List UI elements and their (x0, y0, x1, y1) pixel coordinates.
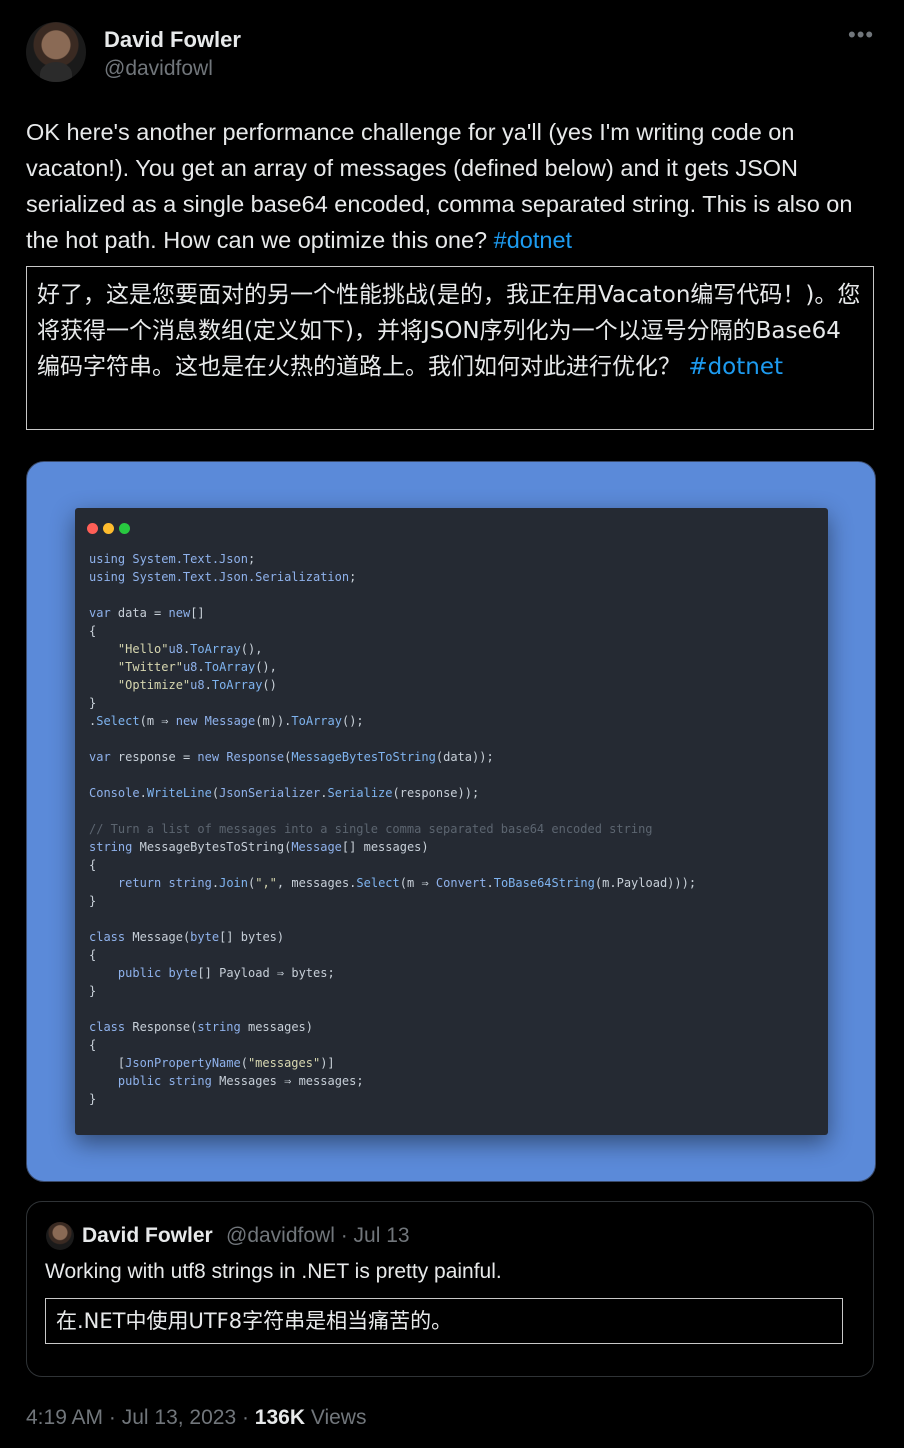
views-label: Views (305, 1406, 367, 1429)
translation-hashtag-link[interactable]: #dotnet (688, 354, 783, 380)
quoted-tweet-text: Working with utf8 strings in .NET is pre… (45, 1260, 502, 1283)
quoted-tweet[interactable]: David Fowler @davidfowl · Jul 13 Working… (26, 1201, 874, 1377)
quoted-author-meta: @davidfowl · Jul 13 (226, 1224, 410, 1247)
quoted-translation-box: 在.NET中使用UTF8字符串是相当痛苦的。 (45, 1298, 843, 1344)
window-controls (87, 521, 135, 539)
close-dot-icon (87, 523, 98, 534)
timestamp[interactable]: 4:19 AM · Jul 13, 2023 · (26, 1406, 255, 1429)
hashtag-link[interactable]: #dotnet (494, 227, 572, 253)
media-image[interactable]: using System.Text.Json; using System.Text… (26, 461, 876, 1182)
tweet-body: OK here's another performance challenge … (26, 119, 853, 253)
maximize-dot-icon (119, 523, 130, 534)
author-handle[interactable]: @davidfowl (104, 57, 213, 81)
code-block: using System.Text.Json; using System.Text… (89, 552, 697, 1106)
tweet-text: OK here's another performance challenge … (26, 114, 876, 258)
translation-box: 好了，这是您要面对的另一个性能挑战(是的，我正在用Vacaton编写代码！)。您… (26, 266, 874, 430)
quoted-author-avatar (46, 1222, 74, 1250)
author-name[interactable]: David Fowler (104, 27, 241, 53)
tweet-footer: 4:19 AM · Jul 13, 2023 · 136K Views (26, 1406, 366, 1430)
author-avatar[interactable] (26, 22, 86, 82)
more-options-icon[interactable]: ••• (848, 22, 874, 48)
views-count: 136K (254, 1406, 305, 1429)
code-window: using System.Text.Json; using System.Text… (75, 508, 828, 1135)
quoted-author-name: David Fowler (82, 1224, 213, 1247)
minimize-dot-icon (103, 523, 114, 534)
